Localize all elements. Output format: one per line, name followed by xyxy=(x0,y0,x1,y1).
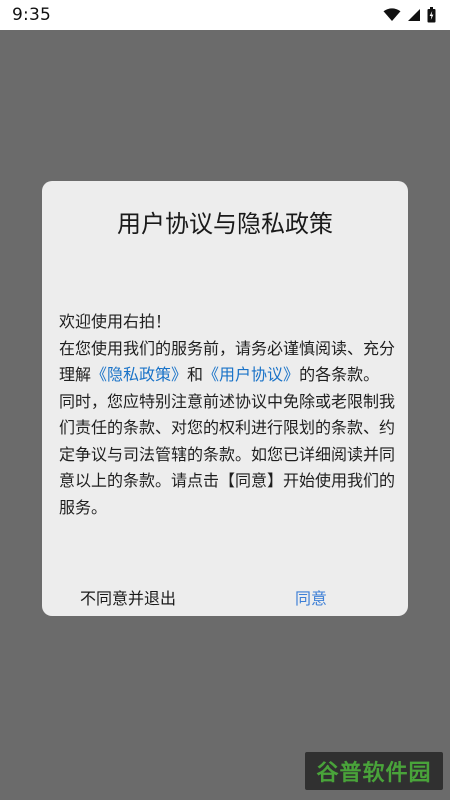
greeting-text: 欢迎使用右拍！ xyxy=(59,312,172,331)
user-agreement-link[interactable]: 《用户协议》 xyxy=(203,365,299,384)
wifi-icon xyxy=(383,8,401,22)
agree-button[interactable]: 同意 xyxy=(295,585,327,609)
agreement-text: 在您使用我们的服务前，请务必谨慎阅读、充分理解《隐私政策》和《用户协议》的各条款… xyxy=(59,336,395,522)
watermark-text: 谷普软件园 xyxy=(316,761,432,786)
battery-icon xyxy=(427,7,436,23)
status-icons xyxy=(383,7,436,23)
watermark-logo: 谷普软件园 xyxy=(305,752,443,790)
dialog-body: 欢迎使用右拍！ 在您使用我们的服务前，请务必谨慎阅读、充分理解《隐私政策》和《用… xyxy=(59,309,395,521)
disagree-exit-button[interactable]: 不同意并退出 xyxy=(80,585,176,609)
privacy-policy-link[interactable]: 《隐私政策》 xyxy=(91,365,187,384)
body-text-part2: 的各条款。同时，您应特别注意前述协议中免除或老限制我们责任的条款、对您的权利进行… xyxy=(59,365,396,517)
status-bar: 9:35 xyxy=(0,0,450,30)
and-text: 和 xyxy=(187,365,204,384)
dialog-title: 用户协议与隐私政策 xyxy=(117,210,333,238)
signal-icon xyxy=(407,8,421,22)
status-time: 9:35 xyxy=(12,5,51,25)
agreement-dialog: 用户协议与隐私政策 欢迎使用右拍！ 在您使用我们的服务前，请务必谨慎阅读、充分理… xyxy=(42,181,408,616)
